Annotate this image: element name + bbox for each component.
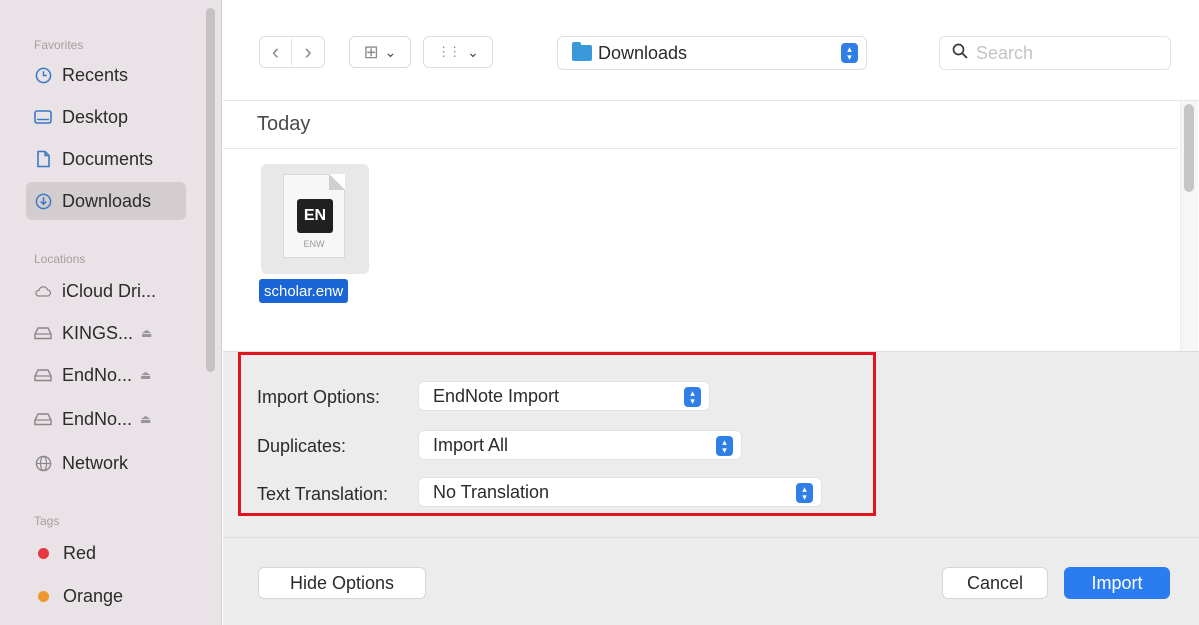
sidebar-item-label: Downloads <box>62 190 152 211</box>
sidebar-item-endnote-drive-2[interactable]: EndNo... ⏏ <box>26 400 186 438</box>
tags-heading: Tags <box>34 514 60 528</box>
forward-button[interactable]: › <box>292 39 324 65</box>
document-icon <box>34 150 52 168</box>
sidebar-item-network[interactable]: Network <box>26 444 186 482</box>
sidebar-item-label: KINGS... <box>62 322 134 343</box>
back-forward-control: ‹ › <box>259 36 325 68</box>
view-mode-button[interactable]: ⊞ ⌄ <box>349 36 411 68</box>
sidebar-item-icloud-drive[interactable]: iCloud Dri... <box>26 272 186 310</box>
sidebar-item-documents[interactable]: Documents <box>26 140 186 178</box>
chevron-down-icon: ⌄ <box>467 43 479 60</box>
sidebar-item-label: Desktop <box>62 106 129 127</box>
group-by-button[interactable]: ⋮⋮ ⌄ <box>423 36 493 68</box>
select-stepper-icon: ▴ ▾ <box>841 43 858 63</box>
sidebar-item-label: iCloud Dri... <box>62 280 157 301</box>
file-item-thumbnail[interactable]: EN ENW <box>261 164 369 274</box>
drive-icon <box>34 324 52 342</box>
drive-icon <box>34 366 52 384</box>
document-icon: EN ENW <box>283 174 345 258</box>
sidebar-item-label: Network <box>62 452 129 473</box>
search-icon <box>952 43 968 64</box>
file-name-label[interactable]: scholar.enw <box>259 279 349 303</box>
group-view-icon: ⋮⋮ <box>437 44 461 59</box>
folder-icon <box>572 42 592 61</box>
desktop-icon <box>34 108 52 126</box>
network-icon <box>34 454 52 472</box>
group-heading: Today <box>223 101 1178 149</box>
sidebar: Favorites Recents Desktop Documents Down… <box>0 0 222 625</box>
eject-icon[interactable]: ⏏ <box>141 326 152 340</box>
sidebar-item-downloads[interactable]: Downloads <box>26 182 186 220</box>
sidebar-item-label: EndNo... <box>62 408 133 429</box>
sidebar-item-kings-drive[interactable]: KINGS... ⏏ <box>26 314 186 352</box>
sidebar-item-label: Red <box>63 542 97 563</box>
favorites-heading: Favorites <box>34 38 84 52</box>
file-browser: Today EN ENW scholar.enw <box>223 101 1178 351</box>
orange-tag-dot-icon <box>38 590 49 602</box>
sidebar-item-tag-red[interactable]: Red <box>26 534 186 572</box>
red-tag-dot-icon <box>38 547 49 559</box>
folder-location-select[interactable]: Downloads ▴ ▾ <box>557 36 867 70</box>
search-field[interactable]: Search <box>939 36 1171 70</box>
icon-view-icon: ⊞ <box>363 41 379 62</box>
sidebar-item-recents[interactable]: Recents <box>26 56 186 94</box>
import-button[interactable]: Import <box>1064 567 1170 599</box>
sidebar-item-label: Orange <box>63 585 124 606</box>
sidebar-item-endnote-drive-1[interactable]: EndNo... ⏏ <box>26 356 186 394</box>
sidebar-item-label: Documents <box>62 148 154 169</box>
highlight-box <box>238 352 876 516</box>
sidebar-item-label: Recents <box>62 64 129 85</box>
sidebar-item-desktop[interactable]: Desktop <box>26 98 186 136</box>
endnote-badge: EN <box>297 199 333 233</box>
sidebar-item-label: EndNo... <box>62 364 133 385</box>
eject-icon[interactable]: ⏏ <box>140 368 151 382</box>
locations-heading: Locations <box>34 252 86 266</box>
sidebar-item-tag-orange[interactable]: Orange <box>26 577 186 615</box>
back-button[interactable]: ‹ <box>260 39 292 65</box>
file-scrollbar[interactable] <box>1184 104 1194 192</box>
cancel-button[interactable]: Cancel <box>942 567 1048 599</box>
hide-options-button[interactable]: Hide Options <box>258 567 426 599</box>
clock-icon <box>34 66 52 84</box>
drive-icon <box>34 410 52 428</box>
chevron-down-icon: ⌄ <box>384 43 397 60</box>
toolbar: ‹ › ⊞ ⌄ ⋮⋮ ⌄ Downloads ▴ ▾ Search <box>223 0 1199 101</box>
cloud-icon <box>34 282 52 300</box>
file-kind-label: ENW <box>303 239 325 249</box>
search-input[interactable]: Search <box>976 43 1033 64</box>
download-icon <box>34 192 52 210</box>
sidebar-scrollbar[interactable] <box>206 8 215 372</box>
eject-icon[interactable]: ⏏ <box>140 412 151 426</box>
folder-location-label: Downloads <box>598 42 688 63</box>
